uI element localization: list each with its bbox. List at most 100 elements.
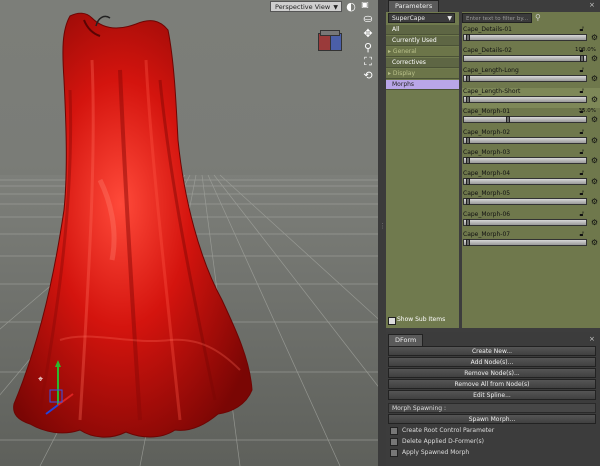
lock-icon[interactable]: 🔓︎ [579, 128, 584, 137]
parameter-row[interactable]: Cape_Morph-04 🔓︎ ⚙ [462, 169, 600, 190]
spawn-morph-button[interactable]: Spawn Morph... [388, 414, 596, 424]
show-sub-items-label: Show Sub Items [397, 316, 446, 323]
view-selector-dropdown[interactable]: Perspective View ▼ [270, 1, 342, 12]
parameter-row[interactable]: Cape_Details-02 🔓︎ 100.0% ⚙ [462, 46, 600, 67]
lock-icon[interactable]: 🔓︎ [579, 230, 584, 239]
slider-knob[interactable] [466, 239, 470, 246]
parameter-slider[interactable] [463, 198, 587, 205]
category-morphs[interactable]: Morphs [386, 80, 459, 90]
parameter-name: Cape_Morph-07 [463, 231, 511, 238]
parameter-row[interactable]: Cape_Morph-06 🔓︎ ⚙ [462, 210, 600, 231]
gear-icon[interactable]: ⚙ [591, 33, 598, 42]
parameter-slider[interactable] [463, 75, 587, 82]
remove-nodes-button[interactable]: Remove Node(s)... [388, 368, 596, 378]
category-display[interactable]: ▸ Display [386, 69, 459, 79]
parameter-row[interactable]: Cape_Morph-01 🔓︎ 35.0% ⚙ [462, 107, 600, 128]
gear-icon[interactable]: ⚙ [591, 74, 598, 83]
checkbox[interactable] [390, 426, 398, 435]
apply-spawned-morph-option[interactable]: Apply Spawned Morph [390, 448, 469, 457]
show-sub-items-checkbox[interactable] [388, 317, 396, 325]
right-panel: Parameters × SuperCape ▼ All Currently U… [386, 0, 600, 466]
slider-knob[interactable] [466, 75, 470, 82]
slider-knob[interactable] [466, 198, 470, 205]
parameter-row[interactable]: Cape_Details-01 🔓︎ ⚙ [462, 25, 600, 46]
lock-icon[interactable]: 🔓︎ [579, 87, 584, 96]
parameter-categories-pane: SuperCape ▼ All Currently Used ▸ General… [386, 12, 459, 328]
lock-icon[interactable]: 🔓︎ [579, 148, 584, 157]
parameter-name: Cape_Morph-01 [463, 108, 511, 115]
lock-icon[interactable]: 🔓︎ [579, 25, 584, 34]
parameter-slider[interactable] [463, 54, 587, 62]
parameter-slider[interactable] [463, 218, 587, 226]
gear-icon[interactable]: ⚙ [591, 115, 598, 124]
3d-viewport[interactable]: ⌖ Perspective View ▼ ◐ ▣ ⛀ ✥ ⚲ ⛶ ⟲ [0, 0, 378, 466]
parameter-row[interactable]: Cape_Length-Short 🔓︎ ⚙ [462, 87, 600, 108]
create-root-control-option[interactable]: Create Root Control Parameter [390, 426, 494, 435]
pose-tool-icon[interactable]: ◐ [344, 0, 358, 13]
create-new-button[interactable]: Create New... [388, 346, 596, 356]
node-selector-label: SuperCape [392, 15, 425, 22]
tab-parameters-label: Parameters [395, 2, 433, 10]
dform-panel: DForm × Create New... Add Node(s)... Rem… [386, 332, 600, 466]
gear-icon[interactable]: ⚙ [591, 156, 598, 165]
category-correctives[interactable]: Correctives [386, 58, 459, 68]
slider-knob[interactable] [466, 95, 470, 103]
parameter-slider[interactable] [463, 34, 587, 41]
gear-icon[interactable]: ⚙ [591, 54, 598, 63]
panel-splitter[interactable]: ⋮ [378, 0, 386, 466]
parameter-row[interactable]: Cape_Morph-03 🔓︎ ⚙ [462, 148, 600, 169]
move-tool-icon[interactable]: ✥ [361, 27, 375, 40]
category-currently-used[interactable]: Currently Used [386, 36, 459, 46]
gear-icon[interactable]: ⚙ [591, 218, 598, 227]
slider-knob[interactable] [466, 34, 470, 41]
edit-spline-button[interactable]: Edit Spline... [388, 390, 596, 400]
tab-dform[interactable]: DForm [388, 334, 424, 346]
slider-knob[interactable] [466, 157, 470, 164]
lock-icon[interactable]: 🔓︎ [579, 210, 584, 219]
gear-icon[interactable]: ⚙ [591, 238, 598, 247]
parameter-slider[interactable] [463, 95, 587, 103]
category-general[interactable]: ▸ General [386, 47, 459, 57]
parameter-slider[interactable] [463, 239, 587, 246]
gear-icon[interactable]: ⚙ [591, 95, 598, 104]
parameter-slider[interactable] [463, 177, 587, 185]
filter-input[interactable]: Enter text to filter by... [462, 13, 532, 23]
parameter-row[interactable]: Cape_Morph-07 🔓︎ ⚙ [462, 230, 600, 251]
delete-applied-dformers-option[interactable]: Delete Applied D-Former(s) [390, 437, 484, 446]
parameter-slider[interactable] [463, 136, 587, 144]
view-cube[interactable] [318, 30, 342, 52]
checkbox[interactable] [390, 448, 398, 457]
tab-parameters[interactable]: Parameters [388, 0, 440, 12]
slider-knob[interactable] [466, 136, 470, 144]
slider-knob[interactable] [466, 218, 470, 226]
gear-icon[interactable]: ⚙ [591, 136, 598, 145]
orbit-camera-icon[interactable]: ⛀ [361, 12, 375, 25]
remove-all-from-nodes-button[interactable]: Remove All from Node(s) [388, 379, 596, 389]
camera-options-icon[interactable]: ▣ [358, 0, 372, 9]
checkbox[interactable] [390, 437, 398, 446]
category-all[interactable]: All [386, 25, 459, 35]
node-selector[interactable]: SuperCape ▼ [388, 13, 455, 23]
slider-knob[interactable] [580, 54, 584, 62]
parameter-slider[interactable] [463, 116, 587, 123]
gear-icon[interactable]: ⚙ [591, 177, 598, 186]
close-icon[interactable]: × [589, 335, 595, 343]
lock-icon[interactable]: 🔓︎ [579, 66, 584, 75]
parameter-row[interactable]: Cape_Morph-05 🔓︎ ⚙ [462, 189, 600, 210]
parameter-value[interactable]: 100.0% [575, 47, 596, 53]
parameter-row[interactable]: Cape_Length-Long 🔓︎ ⚙ [462, 66, 600, 87]
parameter-slider[interactable] [463, 157, 587, 164]
lock-icon[interactable]: 🔓︎ [579, 169, 584, 178]
add-nodes-button[interactable]: Add Node(s)... [388, 357, 596, 367]
close-icon[interactable]: × [589, 1, 595, 9]
slider-knob[interactable] [466, 177, 470, 185]
reset-view-icon[interactable]: ⟲ [361, 69, 375, 82]
parameter-value[interactable]: 35.0% [579, 108, 596, 114]
slider-knob[interactable] [505, 116, 510, 123]
gear-icon[interactable]: ⚙ [591, 197, 598, 206]
zoom-tool-icon[interactable]: ⚲ [361, 41, 375, 54]
lock-icon[interactable]: 🔓︎ [579, 189, 584, 198]
parameter-row[interactable]: Cape_Morph-02 🔓︎ ⚙ [462, 128, 600, 149]
search-icon[interactable]: ⚲ [535, 13, 541, 22]
frame-icon[interactable]: ⛶ [361, 55, 375, 69]
